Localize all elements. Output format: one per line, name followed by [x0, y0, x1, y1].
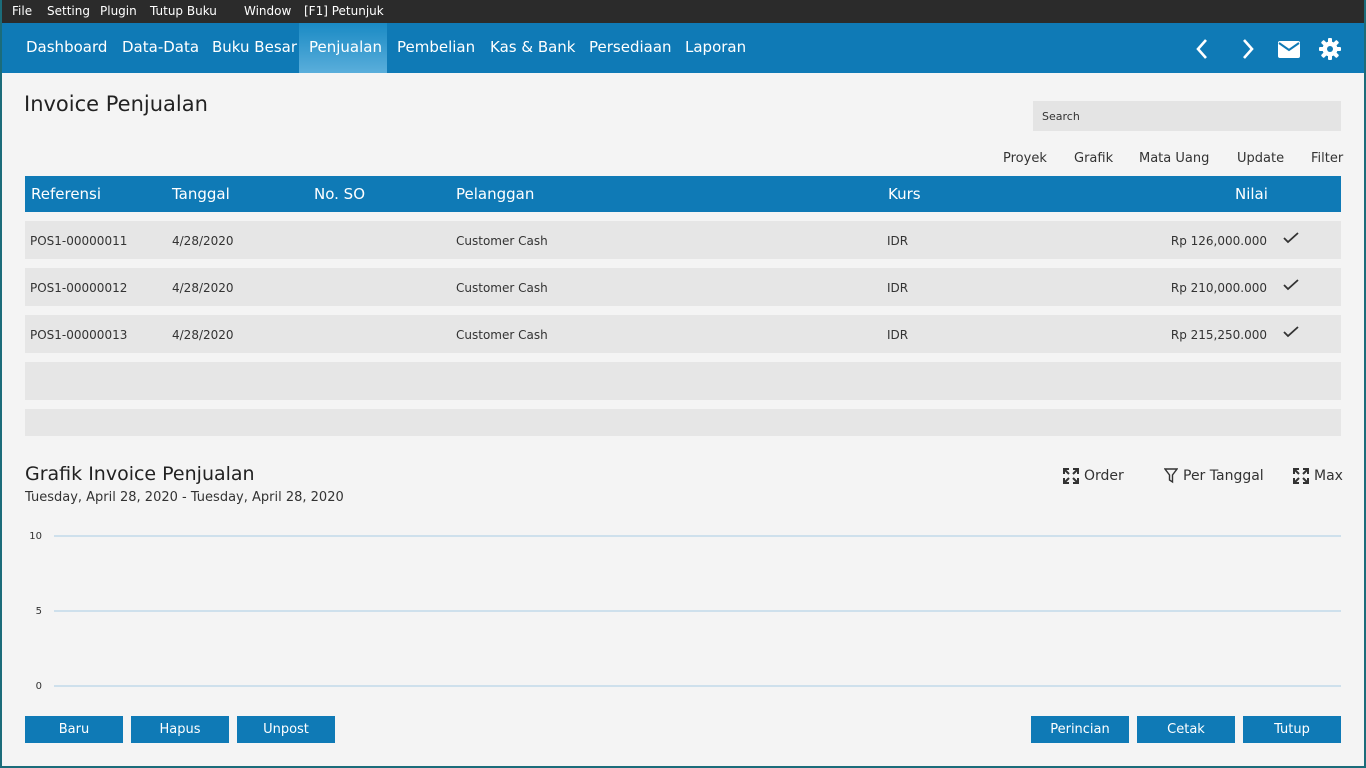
cell-pelanggan: Customer Cash: [456, 328, 548, 342]
cell-tanggal: 4/28/2020: [172, 328, 234, 342]
cell-kurs: IDR: [887, 328, 909, 342]
column-tanggal[interactable]: Tanggal: [172, 185, 230, 203]
max-label: Max: [1314, 468, 1343, 484]
order-label: Order: [1084, 468, 1124, 484]
grafik-link[interactable]: Grafik: [1074, 151, 1113, 166]
checkmark-icon: [1283, 278, 1299, 295]
nav-penjualan[interactable]: Penjualan: [299, 23, 387, 73]
menu-tutup-buku[interactable]: Tutup Buku: [150, 4, 217, 18]
nav-laporan[interactable]: Laporan: [675, 23, 756, 73]
cell-kurs: IDR: [887, 234, 909, 248]
tutup-button[interactable]: Tutup: [1243, 716, 1341, 743]
expand-icon: [1293, 468, 1309, 484]
page-title: Invoice Penjualan: [24, 92, 208, 116]
table-row[interactable]: POS1-00000011 4/28/2020 Customer Cash ID…: [25, 221, 1341, 259]
mata-uang-link[interactable]: Mata Uang: [1139, 151, 1209, 166]
cell-tanggal: 4/28/2020: [172, 281, 234, 295]
cell-nilai: Rp 126,000.000: [1170, 234, 1267, 248]
empty-table-row: [25, 362, 1341, 400]
table-row[interactable]: POS1-00000013 4/28/2020 Customer Cash ID…: [25, 315, 1341, 353]
unpost-button[interactable]: Unpost: [237, 716, 335, 743]
checkmark-icon: [1283, 325, 1299, 342]
filter-link[interactable]: Filter: [1311, 151, 1343, 166]
nav-pembelian[interactable]: Pembelian: [387, 23, 485, 73]
nav-persediaan[interactable]: Persediaan: [579, 23, 682, 73]
funnel-icon: [1164, 468, 1178, 484]
table-header: Referensi Tanggal No. SO Pelanggan Kurs …: [25, 176, 1341, 212]
proyek-link[interactable]: Proyek: [1003, 151, 1047, 166]
main-navbar: Dashboard Data-Data Buku Besar Penjualan…: [0, 23, 1366, 73]
column-kurs[interactable]: Kurs: [888, 185, 921, 203]
cetak-button[interactable]: Cetak: [1137, 716, 1235, 743]
menu-setting[interactable]: Setting: [47, 4, 90, 18]
cell-referensi: POS1-00000011: [30, 234, 128, 248]
gear-icon[interactable]: [1317, 36, 1343, 62]
cell-referensi: POS1-00000012: [30, 281, 128, 295]
menu-bar: File Setting Plugin Tutup Buku Window [F…: [0, 0, 1366, 23]
cell-nilai: Rp 215,250.000: [1170, 328, 1267, 342]
column-nilai[interactable]: Nilai: [1235, 185, 1268, 203]
checkmark-icon: [1283, 231, 1299, 248]
column-referensi[interactable]: Referensi: [31, 185, 101, 203]
y-tick-label: 0: [36, 681, 42, 692]
y-tick-label: 10: [29, 531, 42, 542]
menu-window[interactable]: Window: [244, 4, 291, 18]
max-button[interactable]: Max: [1293, 468, 1343, 484]
order-button[interactable]: Order: [1063, 468, 1124, 484]
invoice-chart: 10 5 0: [29, 531, 1341, 692]
cell-pelanggan: Customer Cash: [456, 234, 548, 248]
nav-dashboard[interactable]: Dashboard: [16, 23, 117, 73]
column-pelanggan[interactable]: Pelanggan: [456, 185, 534, 203]
chart-date-range: Tuesday, April 28, 2020 - Tuesday, April…: [25, 490, 344, 505]
menu-help[interactable]: [F1] Petunjuk: [304, 4, 384, 18]
y-tick-label: 5: [36, 606, 42, 617]
menu-plugin[interactable]: Plugin: [100, 4, 137, 18]
expand-icon: [1063, 468, 1079, 484]
mail-icon[interactable]: [1276, 36, 1302, 62]
chevron-right-icon[interactable]: [1235, 36, 1261, 62]
per-tanggal-label: Per Tanggal: [1183, 468, 1264, 484]
nav-kas-bank[interactable]: Kas & Bank: [480, 23, 586, 73]
perincian-button[interactable]: Perincian: [1031, 716, 1129, 743]
nav-data-data[interactable]: Data-Data: [112, 23, 209, 73]
menu-file[interactable]: File: [12, 4, 32, 18]
table-row[interactable]: POS1-00000012 4/28/2020 Customer Cash ID…: [25, 268, 1341, 306]
hapus-button[interactable]: Hapus: [131, 716, 229, 743]
column-no-so[interactable]: No. SO: [314, 185, 365, 203]
cell-tanggal: 4/28/2020: [172, 234, 234, 248]
cell-referensi: POS1-00000013: [30, 328, 128, 342]
baru-button[interactable]: Baru: [25, 716, 123, 743]
chart-title: Grafik Invoice Penjualan: [25, 463, 255, 485]
chevron-left-icon[interactable]: [1189, 36, 1215, 62]
search-input[interactable]: [1033, 101, 1341, 131]
update-link[interactable]: Update: [1237, 151, 1284, 166]
cell-nilai: Rp 210,000.000: [1170, 281, 1267, 295]
cell-pelanggan: Customer Cash: [456, 281, 548, 295]
per-tanggal-filter[interactable]: Per Tanggal: [1164, 468, 1264, 484]
empty-table-row: [25, 409, 1341, 436]
cell-kurs: IDR: [887, 281, 909, 295]
nav-buku-besar[interactable]: Buku Besar: [202, 23, 307, 73]
